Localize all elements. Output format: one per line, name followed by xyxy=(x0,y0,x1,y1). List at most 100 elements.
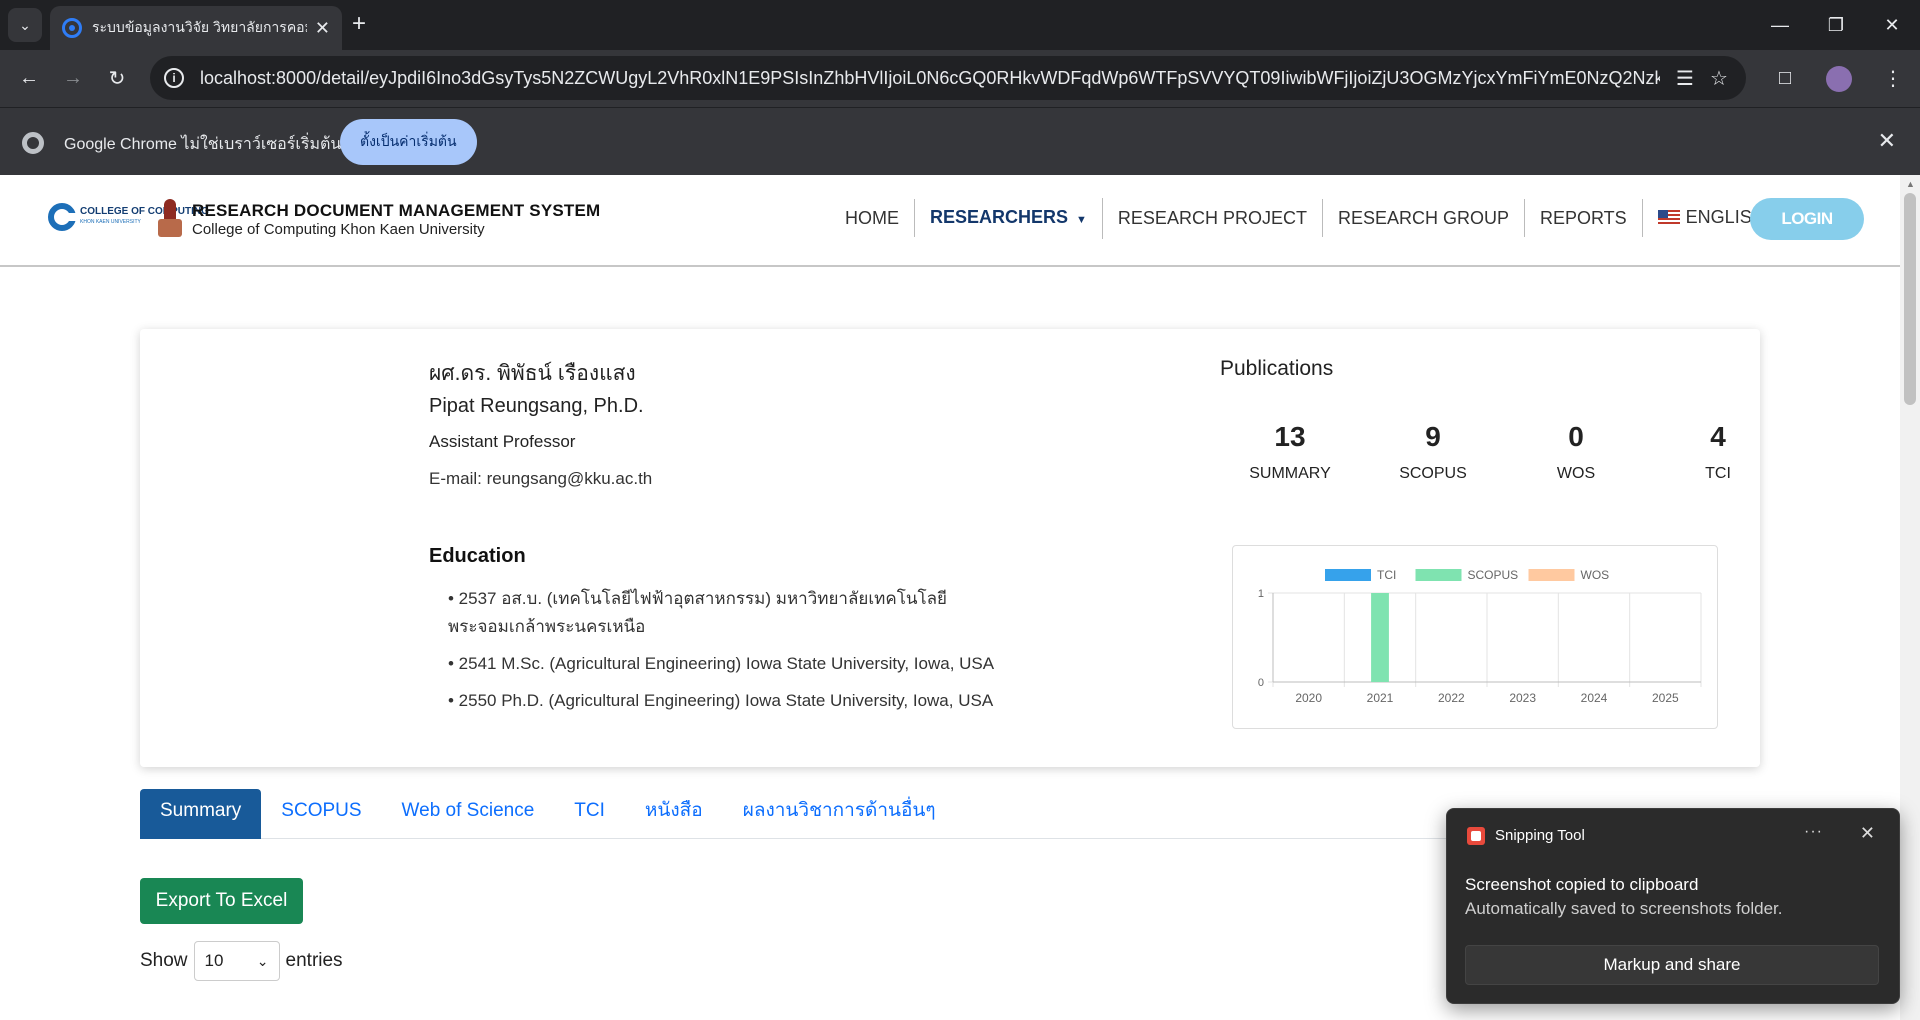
infobar-close-icon[interactable]: ✕ xyxy=(1878,128,1896,154)
main-nav: HOME RESEARCHERS ▼ RESEARCH PROJECT RESEA… xyxy=(830,197,1800,239)
stat-tci: 4 TCI xyxy=(1648,421,1760,483)
nav-research-group[interactable]: RESEARCH GROUP xyxy=(1323,199,1525,237)
logo-text-university: KHON KAEN UNIVERSITY xyxy=(80,219,141,225)
scroll-up-arrow-icon[interactable]: ▲ xyxy=(1906,179,1915,189)
stat-value: 4 xyxy=(1710,421,1726,452)
restore-icon[interactable]: ❐ xyxy=(1808,0,1864,50)
researcher-position: Assistant Professor xyxy=(429,432,576,451)
tab-title: ระบบข้อมูลงานวิจัย วิทยาลัยการคอมพิวเตอร… xyxy=(92,19,307,35)
y-tick-label: 1 xyxy=(1258,588,1264,600)
notification-close-icon[interactable]: ✕ xyxy=(1860,823,1875,844)
x-tick-label: 2024 xyxy=(1581,691,1608,705)
notification-title: Screenshot copied to clipboard xyxy=(1465,875,1699,894)
back-arrow-icon[interactable]: ← xyxy=(14,63,44,93)
export-to-excel-button[interactable]: Export To Excel xyxy=(140,878,303,924)
site-info-icon[interactable]: i xyxy=(164,68,184,88)
stat-value: 13 xyxy=(1274,421,1306,452)
site-title: RESEARCH DOCUMENT MANAGEMENT SYSTEM xyxy=(192,201,601,220)
tab-books[interactable]: หนังสือ xyxy=(625,789,723,839)
publications-heading: Publications xyxy=(1220,357,1334,380)
tab-close-icon[interactable]: ✕ xyxy=(315,18,330,39)
tab-other-works[interactable]: ผลงานวิชาการด้านอื่นๆ xyxy=(723,789,956,839)
new-tab-icon[interactable]: + xyxy=(352,10,366,38)
education-item: • 2537 อส.บ. (เทคโนโลยีไฟฟ้าอุตสาหกรรม) … xyxy=(448,589,948,636)
browser-tab-strip: ⌄ ระบบข้อมูลงานวิจัย วิทยาลัยการคอมพิวเต… xyxy=(0,0,1920,50)
publications-chart: 0 1 2020 2021 2022 2023 2024 2025 TCI SCOPUS WOS xyxy=(1232,545,1718,729)
x-tick-label: 2023 xyxy=(1509,691,1536,705)
entries-select[interactable]: 10 ⌄ xyxy=(193,941,280,981)
education-item: • 2541 M.Sc. (Agricultural Engineering) … xyxy=(448,654,995,673)
site-header: COLLEGE OF COMPUTING KHON KAEN UNIVERSIT… xyxy=(0,175,1900,267)
education-list: • 2537 อส.บ. (เทคโนโลยีไฟฟ้าอุตสาหกรรม) … xyxy=(448,585,1048,724)
chevron-down-icon: ⌄ xyxy=(19,16,31,33)
legend-label-wos: WOS xyxy=(1581,568,1610,582)
site-subtitle: College of Computing Khon Kaen Universit… xyxy=(192,221,485,238)
entries-label: entries xyxy=(285,950,343,971)
entries-select-value: 10 xyxy=(204,951,224,970)
toolbar-actions: □ ⋮ xyxy=(1758,50,1920,107)
x-tick-label: 2020 xyxy=(1295,691,1322,705)
college-logo-mark-icon xyxy=(48,203,76,231)
researcher-name-english: Pipat Reungsang, Ph.D. xyxy=(429,395,644,417)
researcher-profile-card: ผศ.ดร. พิพัธน์ เรืองแสง Pipat Reungsang,… xyxy=(140,329,1760,767)
chrome-menu-icon[interactable]: ⋮ xyxy=(1866,66,1920,91)
browser-tab[interactable]: ระบบข้อมูลงานวิจัย วิทยาลัยการคอมพิวเตอร… xyxy=(50,6,342,50)
kku-logo xyxy=(158,199,182,237)
scrollbar-thumb[interactable] xyxy=(1904,193,1916,405)
tab-search-button[interactable]: ⌄ xyxy=(8,8,42,42)
stat-scopus: 9 SCOPUS xyxy=(1363,421,1503,483)
tab-scopus[interactable]: SCOPUS xyxy=(261,789,381,839)
bookmark-star-icon[interactable]: ☆ xyxy=(1710,66,1728,91)
stat-wos: 0 WOS xyxy=(1506,421,1646,483)
address-bar[interactable]: i localhost:8000/detail/eyJpdiI6Ino3dGsy… xyxy=(150,56,1746,100)
extensions-puzzle-icon[interactable]: □ xyxy=(1758,67,1812,90)
markup-and-share-button[interactable]: Markup and share xyxy=(1465,945,1879,985)
show-label: Show xyxy=(140,950,188,971)
stat-label: SCOPUS xyxy=(1399,465,1467,482)
legend-swatch-scopus xyxy=(1415,569,1462,581)
researcher-name-thai: ผศ.ดร. พิพัธน์ เรืองแสง xyxy=(429,362,636,385)
set-default-button[interactable]: ตั้งเป็นค่าเริ่มต้น xyxy=(340,119,477,165)
legend-swatch-tci xyxy=(1325,569,1371,581)
login-button[interactable]: LOGIN xyxy=(1750,198,1864,240)
x-tick-label: 2022 xyxy=(1438,691,1465,705)
nav-home[interactable]: HOME xyxy=(830,199,915,237)
more-options-icon[interactable]: ··· xyxy=(1804,823,1823,841)
minimize-icon[interactable]: — xyxy=(1752,0,1808,50)
stat-value: 0 xyxy=(1568,421,1584,452)
stat-value: 9 xyxy=(1425,421,1441,452)
education-item: • 2550 Ph.D. (Agricultural Engineering) … xyxy=(448,691,994,710)
stat-label: SUMMARY xyxy=(1249,465,1331,482)
window-controls: — ❐ ✕ xyxy=(1752,0,1920,50)
legend-label-scopus: SCOPUS xyxy=(1468,568,1519,582)
tab-tci[interactable]: TCI xyxy=(554,789,625,839)
profile-avatar[interactable] xyxy=(1826,65,1852,92)
education-heading: Education xyxy=(429,545,526,567)
legend-swatch-wos xyxy=(1528,569,1575,581)
notification-app-name: Snipping Tool xyxy=(1495,827,1585,844)
us-flag-icon xyxy=(1657,209,1680,224)
chrome-logo-icon xyxy=(22,132,44,154)
stat-label: TCI xyxy=(1705,465,1731,482)
browser-toolbar: ← → ↻ i localhost:8000/detail/eyJpdiI6In… xyxy=(0,50,1920,107)
nav-reports[interactable]: REPORTS xyxy=(1525,199,1643,237)
caret-down-icon: ▼ xyxy=(1076,213,1087,226)
stat-label: WOS xyxy=(1556,465,1596,482)
close-window-icon[interactable]: ✕ xyxy=(1864,0,1920,50)
stat-summary: 13 SUMMARY xyxy=(1220,421,1360,483)
researcher-email: E-mail: reungsang@kku.ac.th xyxy=(429,469,653,488)
url-text[interactable]: localhost:8000/detail/eyJpdiI6Ino3dGsyTy… xyxy=(200,68,1660,89)
tab-web-of-science[interactable]: Web of Science xyxy=(382,789,555,839)
translate-icon[interactable]: ☰ xyxy=(1676,66,1694,91)
reload-icon[interactable]: ↻ xyxy=(102,63,132,93)
nav-research-project[interactable]: RESEARCH PROJECT xyxy=(1103,199,1323,237)
entries-length-control: Show 10 ⌄ entries xyxy=(140,941,343,981)
x-tick-label: 2021 xyxy=(1367,691,1394,705)
page-scrollbar[interactable]: ▲ xyxy=(1900,175,1920,1020)
nav-researchers[interactable]: RESEARCHERS ▼ xyxy=(915,197,1103,239)
bar-scopus-2021 xyxy=(1371,593,1389,682)
tab-summary[interactable]: Summary xyxy=(140,789,262,839)
college-of-computing-logo[interactable]: COLLEGE OF COMPUTING KHON KAEN UNIVERSIT… xyxy=(48,203,209,231)
publication-stats: 13 SUMMARY 9 SCOPUS 0 WOS 4 TCI xyxy=(1220,421,1760,501)
forward-arrow-icon[interactable]: → xyxy=(58,63,88,93)
